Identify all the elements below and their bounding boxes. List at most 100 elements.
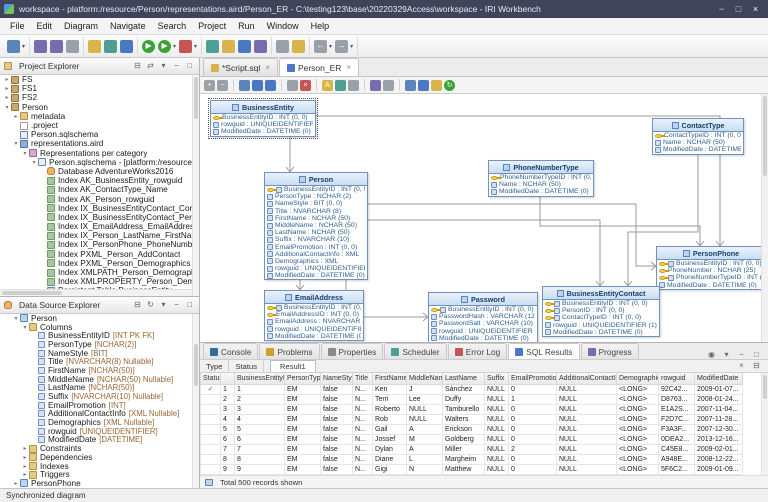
- results-vscrollbar[interactable]: [761, 373, 768, 475]
- menu-window[interactable]: Window: [261, 19, 305, 33]
- results-cell[interactable]: Walters: [443, 414, 485, 424]
- entity-personphone[interactable]: PersonPhoneBusinessEntityID : INT (0, 0)…: [656, 246, 766, 290]
- results-cell[interactable]: <LONG>: [617, 474, 659, 475]
- select-all-icon[interactable]: [239, 80, 250, 91]
- entity-attribute[interactable]: LastName : NCHAR (50): [265, 229, 367, 236]
- results-column-header[interactable]: rowguid: [659, 373, 695, 384]
- tree-item-index-ix-businessentitycontact-personid[interactable]: Index IX_BusinessEntityContact_PersonID: [0, 213, 199, 222]
- results-cell[interactable]: 2009-01-09...: [695, 464, 743, 474]
- results-cell[interactable]: 2: [235, 394, 285, 404]
- menu-search[interactable]: Search: [152, 19, 193, 33]
- results-cell[interactable]: NULL: [407, 474, 443, 475]
- arrange-all-icon[interactable]: [252, 80, 263, 91]
- new-db-connection-icon[interactable]: [104, 40, 117, 53]
- results-cell[interactable]: N...: [353, 424, 373, 434]
- results-cell[interactable]: NULL: [407, 404, 443, 414]
- results-cell[interactable]: 5F6C2...: [659, 464, 695, 474]
- results-cell[interactable]: Gigi: [373, 464, 407, 474]
- results-cell[interactable]: L: [407, 454, 443, 464]
- print-icon[interactable]: [66, 40, 79, 53]
- tree-item-person[interactable]: ▾Person: [0, 103, 199, 112]
- results-cell[interactable]: 4: [221, 414, 235, 424]
- project-explorer-hscrollbar[interactable]: [0, 289, 192, 296]
- entity-attribute[interactable]: rowguid : UNIQUEIDENTIFIER (1): [265, 265, 367, 272]
- tree-item-personphone[interactable]: ▸PersonPhone: [0, 479, 199, 488]
- link-with-editor-icon[interactable]: ⇄: [145, 62, 156, 70]
- minimize-icon[interactable]: −: [171, 62, 182, 70]
- results-cell[interactable]: 2: [509, 474, 557, 475]
- entity-attribute[interactable]: Suffix : NVARCHAR (10): [265, 236, 367, 243]
- results-cell[interactable]: NULL: [485, 414, 509, 424]
- results-cell[interactable]: N...: [353, 474, 373, 475]
- editor-tab-script-sql[interactable]: *Script.sql×: [203, 58, 278, 76]
- layers-icon[interactable]: [405, 80, 416, 91]
- results-cell[interactable]: NULL: [557, 404, 617, 414]
- results-cell[interactable]: 2007-12-30...: [695, 424, 743, 434]
- results-cell[interactable]: F3A3F...: [659, 424, 695, 434]
- entity-attribute[interactable]: rowguid : UNIQUEIDENTIFIER (1): [543, 322, 659, 329]
- results-cell[interactable]: A: [407, 444, 443, 454]
- tree-item-index-ix-personphone-phonenumber[interactable]: Index IX_PersonPhone_PhoneNumber: [0, 240, 199, 249]
- results-cell[interactable]: N...: [353, 434, 373, 444]
- tree-item-index-xmlproperty-person-demographics[interactable]: Index XMLPROPERTY_Person_Demographics: [0, 277, 199, 286]
- panel-tab-problems[interactable]: Problems: [259, 343, 319, 359]
- results-cell[interactable]: Goldberg: [443, 434, 485, 444]
- new-iri-job-icon[interactable]: [206, 40, 219, 53]
- panel-tab-error-log[interactable]: Error Log: [448, 343, 508, 359]
- results-cell[interactable]: false: [321, 454, 353, 464]
- entity-attribute[interactable]: EmailAddressID : INT (0, 0): [265, 311, 363, 318]
- entity-attribute[interactable]: Title : NVARCHAR (8): [265, 208, 367, 215]
- entity-attribute[interactable]: ContactTypeID : INT (0, 0): [653, 132, 743, 139]
- results-column-header[interactable]: MiddleName: [407, 373, 443, 384]
- results-cell[interactable]: CA238...: [659, 474, 695, 475]
- results-row[interactable]: 77EMfalseN...DylanAMillerNULL2NULL<LONG>…: [201, 444, 743, 454]
- view-menu-icon[interactable]: ▾: [158, 301, 169, 309]
- results-row[interactable]: ✓11EMfalseN...KenJSánchezNULL0NULL<LONG>…: [201, 384, 743, 394]
- results-cell[interactable]: Diane: [373, 454, 407, 464]
- panel-tab-console[interactable]: Console: [203, 343, 258, 359]
- entity-attribute[interactable]: PhoneNumberTypeID : INT (0, 0): [489, 174, 593, 181]
- results-type-column-header[interactable]: Type: [200, 360, 229, 372]
- expand-arrow-icon[interactable]: ▸: [21, 445, 29, 452]
- results-cell[interactable]: 5: [221, 424, 235, 434]
- tree-item-suffix[interactable]: Suffix[NVARCHAR(10) Nullable]: [0, 392, 199, 401]
- results-cell[interactable]: N...: [353, 414, 373, 424]
- results-column-header[interactable]: AdditionalContactInfo: [557, 373, 617, 384]
- results-cell[interactable]: 1: [235, 384, 285, 394]
- tree-item-fs[interactable]: ▸FS: [0, 75, 199, 84]
- results-cell[interactable]: C45E8...: [659, 444, 695, 454]
- results-cell[interactable]: NULL: [485, 384, 509, 394]
- entity-attribute[interactable]: ModifiedDate : DATETIME (0): [211, 128, 315, 135]
- results-row[interactable]: 66EMfalseN...JossefMGoldbergNULL0NULL<LO…: [201, 434, 743, 444]
- menu-file[interactable]: File: [4, 19, 31, 33]
- scroll-lock-icon[interactable]: ◉: [706, 351, 717, 359]
- results-column-header[interactable]: Status: [201, 373, 221, 384]
- tree-item-index-pxml-person-demographics[interactable]: Index PXML_Person_Demographics: [0, 259, 199, 268]
- menu-navigate[interactable]: Navigate: [104, 19, 152, 33]
- results-cell[interactable]: EM: [285, 464, 321, 474]
- new-wizard-dropdown-icon[interactable]: ▾: [22, 43, 25, 50]
- results-cell[interactable]: <LONG>: [617, 414, 659, 424]
- results-cell[interactable]: false: [321, 404, 353, 414]
- results-cell[interactable]: N...: [353, 384, 373, 394]
- entity-attribute[interactable]: AdditionalContactInfo : XML: [265, 251, 367, 258]
- tree-item-dependencies[interactable]: ▸Dependencies: [0, 453, 199, 462]
- results-column-header[interactable]: Suffix: [485, 373, 509, 384]
- results-row[interactable]: 88EMfalseN...DianeLMargheimNULL0NULL<LON…: [201, 454, 743, 464]
- entity-attribute[interactable]: rowguid : UNIQUEIDENTIFIER (1): [211, 121, 315, 128]
- results-row[interactable]: 55EMfalseN...GailAEricksonNULL0NULL<LONG…: [201, 424, 743, 434]
- tree-item-firstname[interactable]: FirstName[NCHAR(50)]: [0, 366, 199, 375]
- results-cell[interactable]: NULL: [485, 464, 509, 474]
- results-cell[interactable]: 0DEA2...: [659, 434, 695, 444]
- tree-item-persontype[interactable]: PersonType[NCHAR(2)]: [0, 340, 199, 349]
- results-cell[interactable]: NULL: [557, 384, 617, 394]
- results-cell[interactable]: NULL: [485, 404, 509, 414]
- minimize-button[interactable]: −: [713, 4, 730, 14]
- results-cell[interactable]: Miller: [443, 444, 485, 454]
- entity-attribute[interactable]: Demographics : XML: [265, 258, 367, 265]
- menu-project[interactable]: Project: [192, 19, 232, 33]
- entity-attribute[interactable]: ModifiedDate : DATETIME (0): [429, 335, 537, 342]
- results-cell[interactable]: Dylan: [373, 444, 407, 454]
- results-cell[interactable]: Lee: [407, 394, 443, 404]
- entity-attribute[interactable]: BusinessEntityID : INT (0, 0): [657, 260, 765, 267]
